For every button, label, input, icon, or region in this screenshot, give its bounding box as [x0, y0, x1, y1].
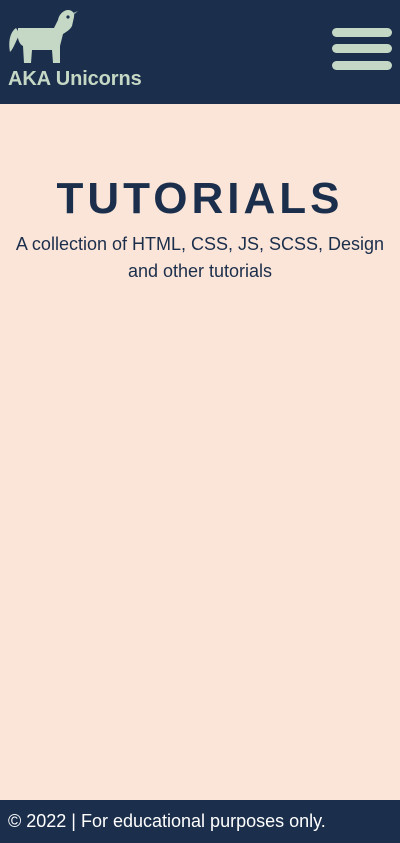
menu-bar-middle: [332, 44, 392, 53]
main-content: TUTORIALS A collection of HTML, CSS, JS,…: [0, 104, 400, 800]
menu-bar-bottom: [332, 61, 392, 70]
site-header: AKA Unicorns: [0, 0, 400, 104]
site-footer: © 2022 | For educational purposes only.: [0, 800, 400, 843]
footer-copyright: © 2022 | For educational purposes only.: [8, 811, 326, 831]
hamburger-menu-icon[interactable]: [332, 28, 392, 70]
page-title: TUTORIALS: [56, 174, 344, 223]
unicorn-icon: [9, 10, 78, 63]
menu-bar-top: [332, 28, 392, 37]
logo-link[interactable]: AKA Unicorns: [8, 6, 158, 92]
logo-text: AKA Unicorns: [8, 68, 142, 90]
page-subtitle: A collection of HTML, CSS, JS, SCSS, Des…: [15, 234, 385, 281]
